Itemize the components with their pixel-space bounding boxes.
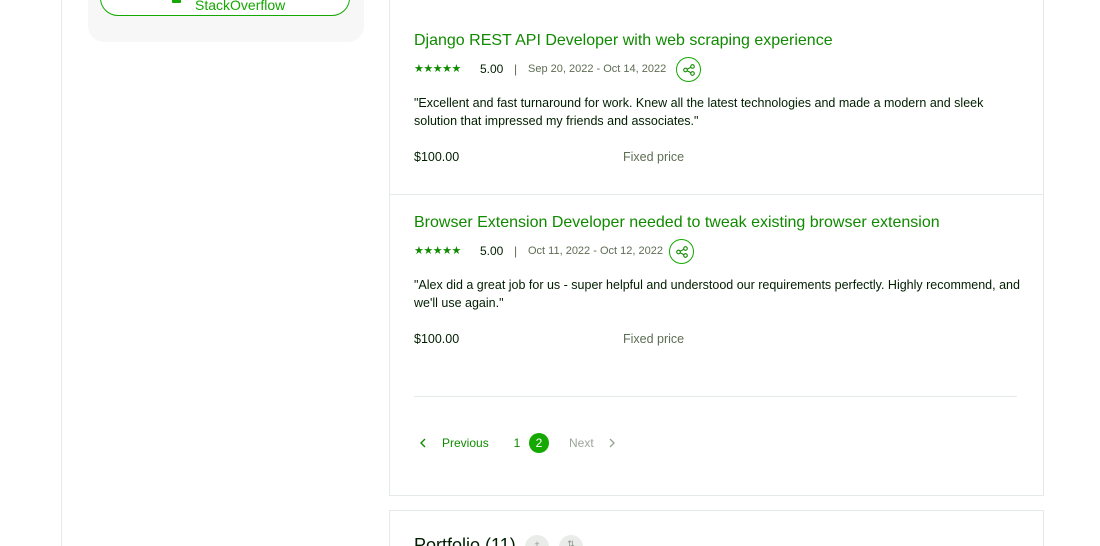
pagination-page-2-current[interactable]: 2 — [529, 433, 549, 453]
chevron-right-icon[interactable] — [606, 436, 618, 450]
reorder-icon: ⇅ — [567, 539, 575, 546]
rating-value: 5.00 — [480, 62, 504, 76]
share-icon — [676, 246, 688, 258]
share-button[interactable] — [676, 57, 701, 82]
page-left-border — [61, 0, 62, 546]
job-dates: Sep 20, 2022 - Oct 14, 2022 — [528, 63, 667, 75]
job-title-link[interactable]: Browser Extension Developer needed to tw… — [414, 213, 940, 233]
portfolio-title: Portfolio (11) — [414, 535, 516, 546]
stackoverflow-button[interactable]: StackOverflow — [100, 0, 350, 16]
rating-separator: | — [514, 62, 518, 76]
stackoverflow-button-label: StackOverflow — [195, 0, 286, 13]
pagination-next[interactable]: Next — [569, 436, 594, 450]
review-quote: "Excellent and fast turnaround for work.… — [414, 96, 984, 128]
job-dates: Oct 11, 2022 - Oct 12, 2022 — [528, 245, 663, 257]
rating-value: 5.00 — [480, 244, 504, 258]
job-amount: $100.00 — [414, 332, 460, 346]
job-title-link[interactable]: Django REST API Developer with web scrap… — [414, 31, 833, 51]
rating-separator: | — [514, 244, 518, 258]
job-price-type: Fixed price — [623, 332, 685, 346]
share-icon — [683, 64, 695, 76]
star-rating: ★★★★★ — [414, 63, 461, 75]
pagination-divider — [414, 396, 1017, 397]
star-rating: ★★★★★ — [414, 245, 461, 257]
review-quote: "Alex did a great job for us - super hel… — [414, 278, 1020, 310]
job-amount: $100.00 — [414, 150, 460, 164]
job-divider — [390, 194, 1043, 195]
pagination-previous[interactable]: Previous — [442, 436, 489, 450]
stackoverflow-icon — [172, 0, 181, 3]
pagination-page-1[interactable]: 1 — [513, 436, 521, 450]
chevron-left-icon[interactable] — [417, 436, 429, 450]
share-button[interactable] — [669, 239, 694, 264]
job-price-type: Fixed price — [623, 150, 685, 164]
plus-icon: + — [534, 539, 540, 546]
